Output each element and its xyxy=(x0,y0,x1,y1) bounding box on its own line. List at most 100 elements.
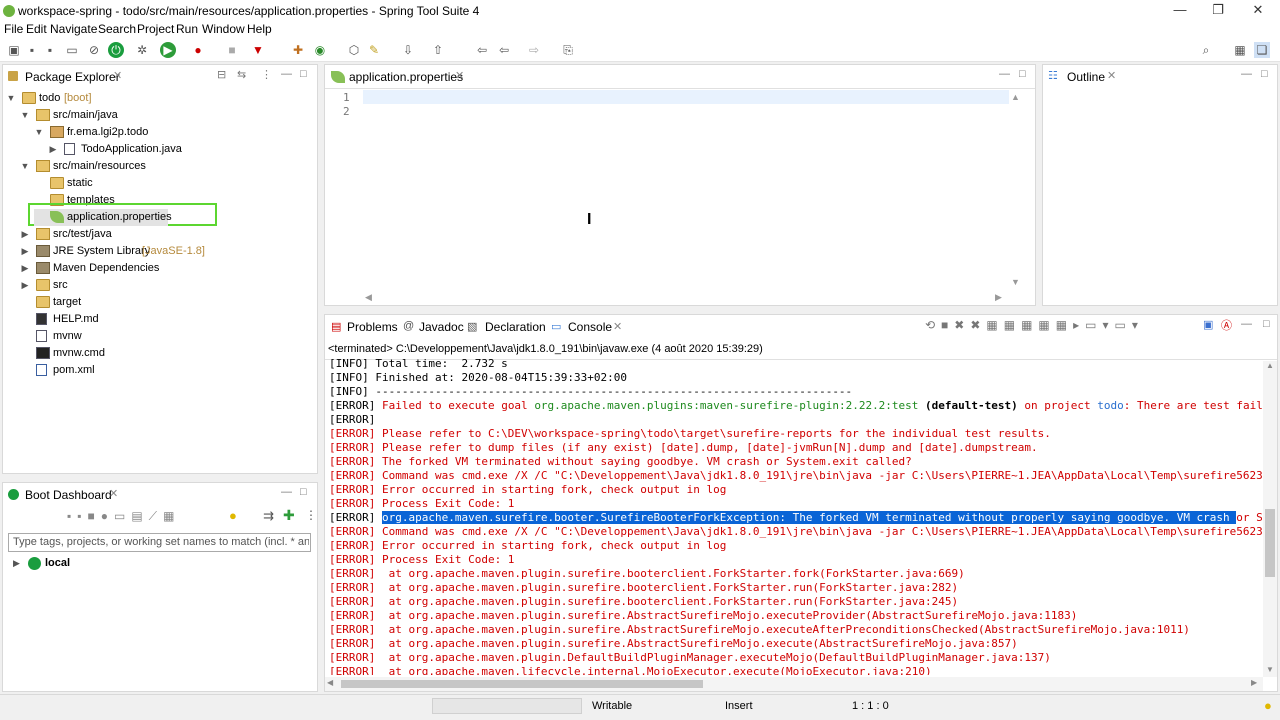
new-class-icon[interactable]: ◉ xyxy=(312,42,328,58)
back-dropdown-icon[interactable]: ⇦ xyxy=(496,42,512,58)
collapse-all-icon[interactable]: ⊟ xyxy=(217,68,226,81)
maximize-button[interactable]: ❐ xyxy=(1198,2,1238,20)
maximize-view-icon[interactable]: □ xyxy=(1019,68,1026,80)
expanded-arrow-icon[interactable]: ▼ xyxy=(34,124,44,141)
close-icon[interactable]: ✕ xyxy=(113,69,122,82)
collapsed-arrow-icon[interactable]: ▶ xyxy=(13,558,20,569)
console-line: [ERROR] Command was cmd.exe /X /C "C:\De… xyxy=(329,525,1263,538)
search-tool-icon[interactable]: ✎ xyxy=(366,42,382,58)
status-bar: Writable Insert 1 : 1 : 0 ● xyxy=(0,694,1280,720)
new-package-icon[interactable]: ✚ xyxy=(290,42,306,58)
outline-title[interactable]: Outline xyxy=(1067,70,1105,84)
menu-search[interactable]: Search xyxy=(98,22,136,36)
maximize-view-icon[interactable]: □ xyxy=(300,486,307,498)
new-icon[interactable]: ▣ xyxy=(6,42,22,58)
expanded-arrow-icon[interactable]: ▼ xyxy=(6,90,16,107)
collapsed-arrow-icon[interactable]: ▶ xyxy=(20,277,30,294)
boot-dashboard-title[interactable]: Boot Dashboard xyxy=(25,488,112,502)
annotation-icon[interactable]: ⇩ xyxy=(400,42,416,58)
open-console-icon[interactable]: Ⓐ xyxy=(1221,317,1232,333)
view-menu-icon[interactable]: ⋮ xyxy=(261,68,272,81)
boot-filter-input[interactable]: Type tags, projects, or working set name… xyxy=(8,533,311,552)
open-type-icon[interactable]: ⬡ xyxy=(346,42,362,58)
project-name: todo xyxy=(1097,399,1124,412)
boot-dashboard-icon[interactable]: ⏻ xyxy=(108,42,124,58)
link-editor-icon[interactable]: ⇆ xyxy=(237,68,246,81)
external-tools-icon[interactable]: ● xyxy=(190,42,206,58)
console-toolbar[interactable]: ⟲■✖✖▦▦▦▦▦▸▭▾▭▾ xyxy=(925,318,1144,332)
expanded-arrow-icon[interactable]: ▼ xyxy=(20,158,30,175)
close-button[interactable]: ✕ xyxy=(1238,2,1278,20)
add-icon[interactable]: ✚ xyxy=(283,507,295,524)
prev-annotation-icon[interactable]: ⇧ xyxy=(430,42,446,58)
scroll-left-icon[interactable]: ◀ xyxy=(327,678,333,687)
stop-icon[interactable]: ■ xyxy=(224,42,240,58)
debug-icon[interactable]: ✲ xyxy=(134,42,150,58)
minimize-view-icon[interactable]: — xyxy=(1241,68,1252,80)
search-icon[interactable]: ⌕ xyxy=(1198,42,1214,58)
back-icon[interactable]: ⇦ xyxy=(474,42,490,58)
package-explorer-title[interactable]: Package Explorer xyxy=(25,70,120,84)
forward-icon[interactable]: ⇨ xyxy=(526,42,542,58)
scroll-thumb[interactable] xyxy=(1265,509,1275,577)
tree-item-application-properties[interactable]: application.properties xyxy=(34,209,172,226)
pin-console-icon[interactable]: ▣ xyxy=(1203,318,1213,331)
console-line: [ERROR] Process Exit Code: 1 xyxy=(329,497,515,510)
link-icon[interactable]: ⊘ xyxy=(86,42,102,58)
scroll-up-icon[interactable]: ▲ xyxy=(1011,92,1020,102)
console-scrollbar[interactable]: ▲ ▼ xyxy=(1263,361,1277,677)
terminal-icon[interactable]: ▭ xyxy=(64,42,80,58)
perspective-icon[interactable]: ▦ xyxy=(1232,42,1248,58)
scroll-right-icon[interactable]: ▶ xyxy=(995,292,1002,303)
maximize-view-icon[interactable]: □ xyxy=(1263,318,1270,330)
menu-edit[interactable]: Edit xyxy=(26,22,47,36)
scroll-right-icon[interactable]: ▶ xyxy=(1251,678,1257,687)
collapsed-arrow-icon[interactable]: ▶ xyxy=(20,243,30,260)
scroll-left-icon[interactable]: ◀ xyxy=(365,292,372,303)
menu-help[interactable]: Help xyxy=(247,22,272,36)
minimize-button[interactable]: — xyxy=(1160,2,1200,20)
scroll-down-icon[interactable]: ▼ xyxy=(1266,665,1274,674)
view-menu-icon[interactable]: ⋮ xyxy=(305,508,317,522)
boot-dashboard-toolbar[interactable]: ▪▪■●▭▤⟋▦ xyxy=(67,509,180,524)
close-icon[interactable]: ✕ xyxy=(613,320,622,333)
scroll-down-icon[interactable]: ▼ xyxy=(1011,277,1020,287)
tab-console[interactable]: Console xyxy=(568,320,612,334)
save-icon[interactable]: ▪ xyxy=(24,42,40,58)
minimize-view-icon[interactable]: — xyxy=(999,68,1010,80)
tab-declaration[interactable]: Declaration xyxy=(485,320,546,334)
tab-javadoc[interactable]: Javadoc xyxy=(419,320,464,334)
run-icon[interactable]: ▶ xyxy=(160,42,176,58)
minimize-view-icon[interactable]: — xyxy=(281,486,292,498)
scroll-up-icon[interactable]: ▲ xyxy=(1266,361,1274,370)
menu-navigate[interactable]: Navigate xyxy=(50,22,97,36)
minimize-view-icon[interactable]: — xyxy=(1241,318,1252,330)
editor-text-area[interactable] xyxy=(363,89,1009,289)
close-icon[interactable]: ✕ xyxy=(1107,69,1116,82)
menu-run[interactable]: Run xyxy=(176,22,198,36)
maximize-view-icon[interactable]: □ xyxy=(300,68,307,80)
selected-exception-text[interactable]: org.apache.maven.surefire.booter.Surefir… xyxy=(381,511,1237,524)
save-all-icon[interactable]: ▪ xyxy=(42,42,58,58)
close-icon[interactable]: ✕ xyxy=(109,487,118,500)
tip-lightbulb-icon[interactable]: ● xyxy=(1264,698,1272,713)
menu-file[interactable]: File xyxy=(4,22,23,36)
spring-perspective-icon[interactable]: ❏ xyxy=(1254,42,1270,58)
hscroll-thumb[interactable] xyxy=(341,680,703,688)
run-config-icon[interactable]: ▼ xyxy=(250,42,266,58)
minimize-view-icon[interactable]: — xyxy=(281,68,292,80)
collapsed-arrow-icon[interactable]: ▶ xyxy=(20,226,30,243)
maximize-view-icon[interactable]: □ xyxy=(1261,68,1268,80)
link-icon[interactable]: ⇉ xyxy=(263,508,274,524)
menu-window[interactable]: Window xyxy=(202,22,245,36)
expanded-arrow-icon[interactable]: ▼ xyxy=(20,107,30,124)
collapsed-arrow-icon[interactable]: ▶ xyxy=(48,141,58,158)
tab-problems[interactable]: Problems xyxy=(347,320,398,334)
close-icon[interactable]: ✕ xyxy=(455,69,464,82)
collapsed-arrow-icon[interactable]: ▶ xyxy=(20,260,30,277)
editor-tab-application-properties[interactable]: application.properties xyxy=(349,70,463,84)
console-hscrollbar[interactable]: ◀ ▶ xyxy=(325,677,1263,691)
menu-project[interactable]: Project xyxy=(137,22,174,36)
pin-editor-icon[interactable]: ⎘ xyxy=(560,42,576,58)
lightbulb-icon[interactable]: ● xyxy=(229,508,237,523)
